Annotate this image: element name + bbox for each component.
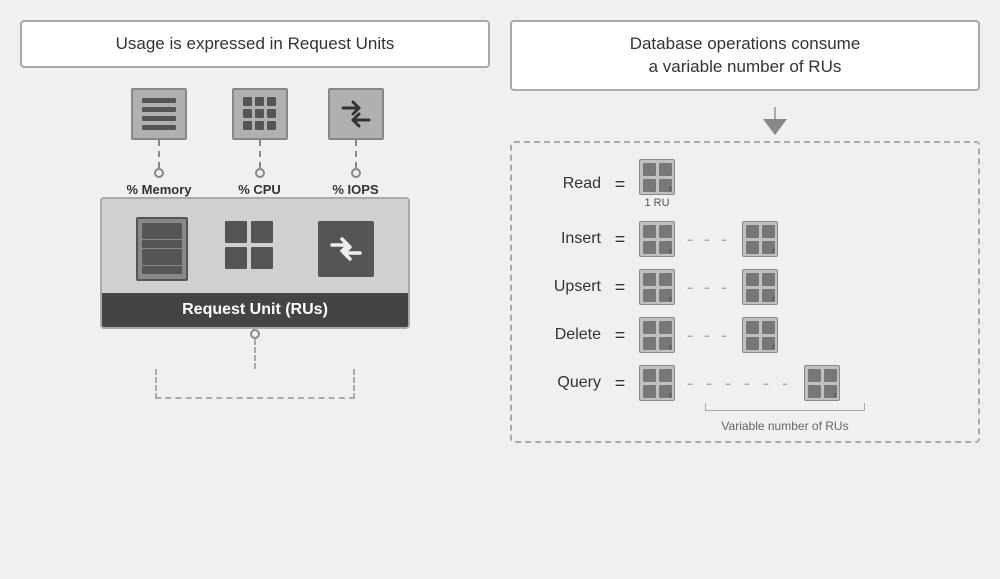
memory-icon-box — [131, 88, 187, 140]
memory-icon — [142, 98, 176, 130]
right-panel: Database operations consumea variable nu… — [510, 20, 980, 560]
ru-bottom-dashed — [254, 339, 256, 369]
read-ru-icon: z — [639, 159, 675, 195]
cpu-icon — [243, 97, 276, 130]
op-equals-insert: = — [613, 229, 627, 250]
upsert-ru-icon-1: z — [639, 269, 675, 305]
cpu-col: % CPU — [232, 88, 288, 197]
op-label-upsert: Upsert — [536, 278, 601, 296]
icons-row: % Memory — [126, 88, 383, 197]
left-title: Usage is expressed in Request Units — [20, 20, 490, 68]
insert-ru-icon-1: z — [639, 221, 675, 257]
insert-ru-icon-2: z — [742, 221, 778, 257]
variable-label: Variable number of RUs — [721, 415, 848, 433]
cpu-circle — [255, 168, 265, 178]
op-row-insert: Insert = z - - - z — [536, 221, 954, 257]
query-dashes: - - - - - - — [687, 373, 792, 394]
ru-block: Request Unit (RUs) — [100, 197, 410, 329]
op-row-query: Query = z - - - - - - — [536, 365, 954, 401]
arrow-top-dashed — [774, 107, 776, 119]
query-bracket — [705, 403, 865, 411]
delete-ru-icon-1: z — [639, 317, 675, 353]
memory-circle — [154, 168, 164, 178]
cpu-icon-box — [232, 88, 288, 140]
delete-dashes: - - - — [687, 325, 730, 346]
grid-icon — [225, 221, 281, 277]
ru-dashed-box — [155, 369, 355, 399]
op-equals-delete: = — [613, 325, 627, 346]
server-icon — [136, 217, 188, 281]
right-title-text: Database operations consumea variable nu… — [630, 34, 861, 77]
op-equals-query: = — [613, 373, 627, 394]
memory-dashed-line — [158, 140, 160, 168]
one-ru-label: 1 RU — [644, 197, 669, 209]
op-query-wrapper: Query = z - - - - - - — [536, 365, 954, 433]
iops-icon-box — [328, 88, 384, 140]
op-row-read: Read = z 1 RU — [536, 159, 954, 209]
iops-dashed-line — [355, 140, 357, 168]
iops-label: % IOPS — [332, 182, 378, 197]
down-arrow — [763, 119, 787, 135]
mem-line-3 — [142, 116, 176, 121]
op-equals-upsert: = — [613, 277, 627, 298]
main-container: Usage is expressed in Request Units % Me… — [20, 20, 980, 560]
iops-col: % IOPS — [328, 88, 384, 197]
query-bracket-col: Variable number of RUs — [616, 403, 954, 433]
ru-bottom-circle — [250, 329, 260, 339]
op-label-query: Query — [536, 374, 601, 392]
iops-arrows-svg — [337, 100, 375, 128]
memory-col: % Memory — [126, 88, 191, 197]
arrow-lr-svg — [328, 235, 364, 263]
ru-bottom-connector — [155, 329, 355, 399]
query-ru-icon-2: z — [804, 365, 840, 401]
cpu-dashed-line — [259, 140, 261, 168]
delete-ru-icon-2: z — [742, 317, 778, 353]
iops-circle — [351, 168, 361, 178]
op-equals-read: = — [613, 174, 627, 195]
op-row-delete: Delete = z - - - z — [536, 317, 954, 353]
ru-label: Request Unit (RUs) — [102, 293, 408, 327]
read-arrow-col — [763, 107, 787, 137]
upsert-ru-icon-2: z — [742, 269, 778, 305]
arrow-icon — [318, 221, 374, 277]
iops-icon — [337, 100, 375, 128]
cpu-label: % CPU — [238, 182, 281, 197]
right-title: Database operations consumea variable nu… — [510, 20, 980, 92]
query-ru-icon-1: z — [639, 365, 675, 401]
mem-line-4 — [142, 125, 176, 130]
ru-inner — [102, 199, 408, 293]
insert-dashes: - - - — [687, 229, 730, 250]
op-label-read: Read — [536, 175, 601, 193]
operations-container: Read = z 1 RU Inse — [510, 141, 980, 443]
left-panel: Usage is expressed in Request Units % Me… — [20, 20, 490, 560]
memory-label: % Memory — [126, 182, 191, 197]
ops-outer: Read = z 1 RU Inse — [510, 107, 980, 443]
read-icon-col: z 1 RU — [639, 159, 675, 209]
op-label-insert: Insert — [536, 230, 601, 248]
op-row-upsert: Upsert = z - - - z — [536, 269, 954, 305]
mem-line-2 — [142, 107, 176, 112]
upsert-dashes: - - - — [687, 277, 730, 298]
op-label-delete: Delete — [536, 326, 601, 344]
mem-line-1 — [142, 98, 176, 103]
